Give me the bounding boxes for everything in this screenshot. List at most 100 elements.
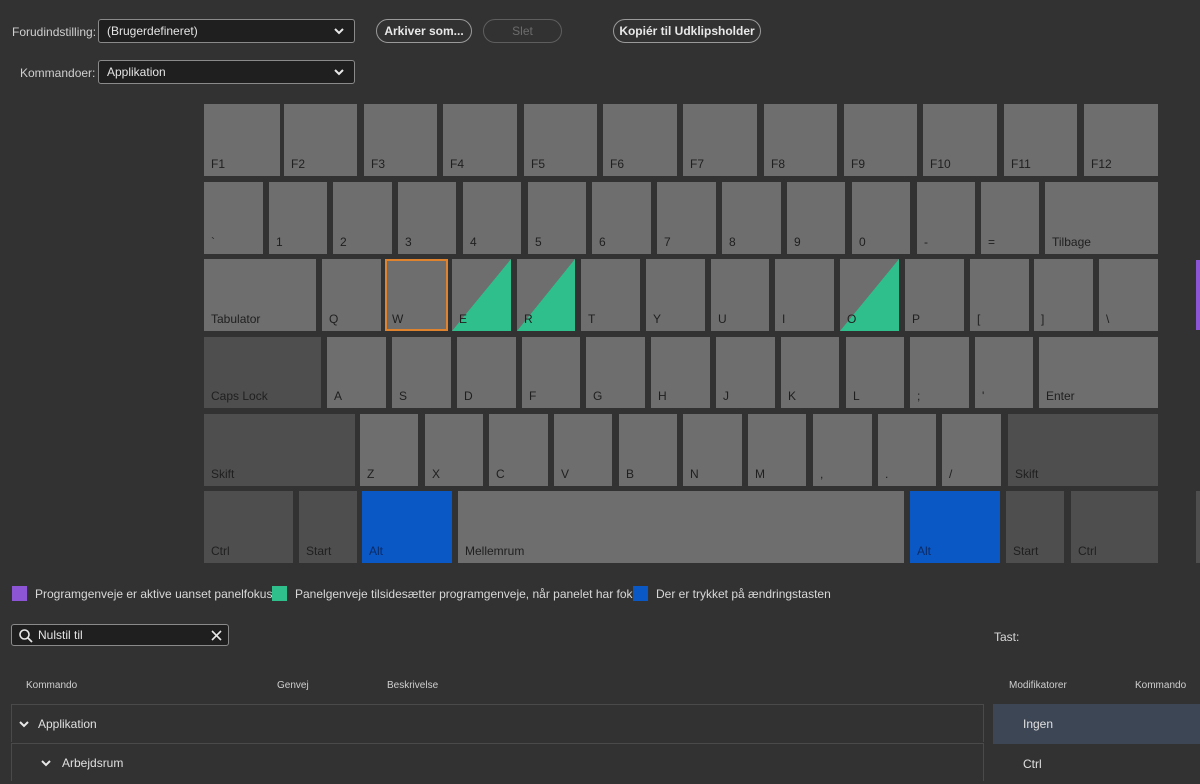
key-m[interactable]: M	[748, 414, 806, 486]
key-7[interactable]: 7	[657, 182, 716, 254]
key-f4[interactable]: F4	[443, 104, 517, 176]
key-skift[interactable]: Skift	[1008, 414, 1158, 486]
key-ctrl[interactable]: Ctrl	[1071, 491, 1158, 563]
key-mellemrum[interactable]: Mellemrum	[458, 491, 904, 563]
key-e[interactable]: E	[452, 259, 511, 331]
key-label: L	[853, 389, 860, 403]
key-label: ,	[820, 467, 824, 481]
key-alt[interactable]: Alt	[362, 491, 452, 563]
key-f2[interactable]: F2	[284, 104, 357, 176]
key-label: \	[1106, 312, 1110, 326]
legend-panel-text: Panelgenveje tilsidesætter programgenvej…	[295, 586, 646, 601]
key-4[interactable]: 4	[463, 182, 521, 254]
column-header-shortcut[interactable]: Genvej	[277, 680, 309, 691]
key-8[interactable]: 8	[722, 182, 781, 254]
key-p[interactable]: P	[905, 259, 964, 331]
key-f10[interactable]: F10	[923, 104, 997, 176]
key-n[interactable]: N	[683, 414, 742, 486]
key-label: Caps Lock	[211, 389, 268, 403]
key-c[interactable]: C	[489, 414, 548, 486]
key-f11[interactable]: F11	[1004, 104, 1077, 176]
clear-icon[interactable]	[211, 630, 222, 641]
key-symbol[interactable]: =	[981, 182, 1039, 254]
key-f1[interactable]: F1	[204, 104, 280, 176]
key-j[interactable]: J	[716, 337, 775, 408]
key-i[interactable]: I	[775, 259, 834, 331]
key-f8[interactable]: F8	[764, 104, 837, 176]
key-y[interactable]: Y	[646, 259, 705, 331]
key-label: Tabulator	[211, 312, 261, 326]
key-0[interactable]: 0	[852, 182, 910, 254]
key-symbol[interactable]: ]	[1034, 259, 1093, 331]
key-6[interactable]: 6	[592, 182, 651, 254]
key-q[interactable]: Q	[322, 259, 381, 331]
chevron-down-icon[interactable]	[18, 718, 30, 730]
key-symbol[interactable]: '	[975, 337, 1033, 408]
key-b[interactable]: B	[619, 414, 677, 486]
key-f12[interactable]: F12	[1084, 104, 1158, 176]
key-label: M	[755, 467, 765, 481]
key-symbol[interactable]: .	[878, 414, 936, 486]
column-header-modifiers[interactable]: Modifikatorer	[1009, 680, 1067, 691]
keyboard-layout: F1 F2 F3 F4 F5 F6 F7 F8 F9 F10 F11 F12 ` 1 2 3 4 5 6 7 8 9 0 - =…	[0, 0, 1200, 570]
key-f7[interactable]: F7	[683, 104, 757, 176]
key-label: A	[334, 389, 343, 403]
tree-row-workspace[interactable]: Arbejdsrum	[11, 743, 984, 781]
key-label: Alt	[917, 544, 932, 558]
key-label: '	[982, 389, 985, 403]
key-k[interactable]: K	[781, 337, 839, 408]
key-f[interactable]: F	[522, 337, 580, 408]
key-3[interactable]: 3	[398, 182, 456, 254]
column-header-key-command[interactable]: Kommando	[1135, 680, 1186, 691]
key-9[interactable]: 9	[787, 182, 845, 254]
key-f5[interactable]: F5	[524, 104, 597, 176]
key-2[interactable]: 2	[333, 182, 392, 254]
modifier-row-ctrl[interactable]: Ctrl	[993, 744, 1200, 784]
chevron-down-icon[interactable]	[40, 757, 52, 769]
key-f9[interactable]: F9	[844, 104, 917, 176]
modifier-row-none[interactable]: Ingen	[993, 704, 1200, 744]
key-enter[interactable]: Enter	[1039, 337, 1158, 408]
key-v[interactable]: V	[554, 414, 612, 486]
key-u[interactable]: U	[711, 259, 769, 331]
column-header-command[interactable]: Kommando	[26, 680, 77, 691]
key-alt[interactable]: Alt	[910, 491, 1000, 563]
key-o[interactable]: O	[840, 259, 899, 331]
key-w[interactable]: W	[385, 259, 448, 331]
key-symbol[interactable]: \	[1099, 259, 1158, 331]
purple-swatch-icon	[12, 586, 27, 601]
key-label: ;	[917, 389, 921, 403]
column-header-description[interactable]: Beskrivelse	[387, 680, 438, 691]
key-ctrl[interactable]: Ctrl	[204, 491, 293, 563]
key-label: Tast:	[994, 630, 1020, 644]
key-s[interactable]: S	[392, 337, 451, 408]
key-h[interactable]: H	[651, 337, 710, 408]
key-symbol[interactable]: -	[917, 182, 975, 254]
key-x[interactable]: X	[425, 414, 483, 486]
key-g[interactable]: G	[586, 337, 645, 408]
key-r[interactable]: R	[517, 259, 575, 331]
key-f3[interactable]: F3	[364, 104, 437, 176]
key-symbol[interactable]: ;	[910, 337, 969, 408]
key-skift[interactable]: Skift	[204, 414, 355, 486]
key-symbol[interactable]: `	[204, 182, 263, 254]
tree-row-application[interactable]: Applikation	[11, 704, 984, 742]
search-field[interactable]: Nulstil til	[11, 624, 229, 646]
key-d[interactable]: D	[457, 337, 516, 408]
key-label: F9	[851, 157, 866, 171]
key-l[interactable]: L	[846, 337, 904, 408]
key-f6[interactable]: F6	[603, 104, 677, 176]
key-t[interactable]: T	[581, 259, 640, 331]
key-1[interactable]: 1	[269, 182, 327, 254]
key-capslock[interactable]: Caps Lock	[204, 337, 321, 408]
key-symbol[interactable]: /	[942, 414, 1001, 486]
key-a[interactable]: A	[327, 337, 386, 408]
key-symbol[interactable]: [	[970, 259, 1029, 331]
key-start[interactable]: Start	[1006, 491, 1064, 563]
key-symbol[interactable]: ,	[813, 414, 872, 486]
key-5[interactable]: 5	[528, 182, 586, 254]
key-z[interactable]: Z	[360, 414, 418, 486]
key-start[interactable]: Start	[299, 491, 357, 563]
key-tilbage[interactable]: Tilbage	[1045, 182, 1158, 254]
key-tabulator[interactable]: Tabulator	[204, 259, 316, 331]
